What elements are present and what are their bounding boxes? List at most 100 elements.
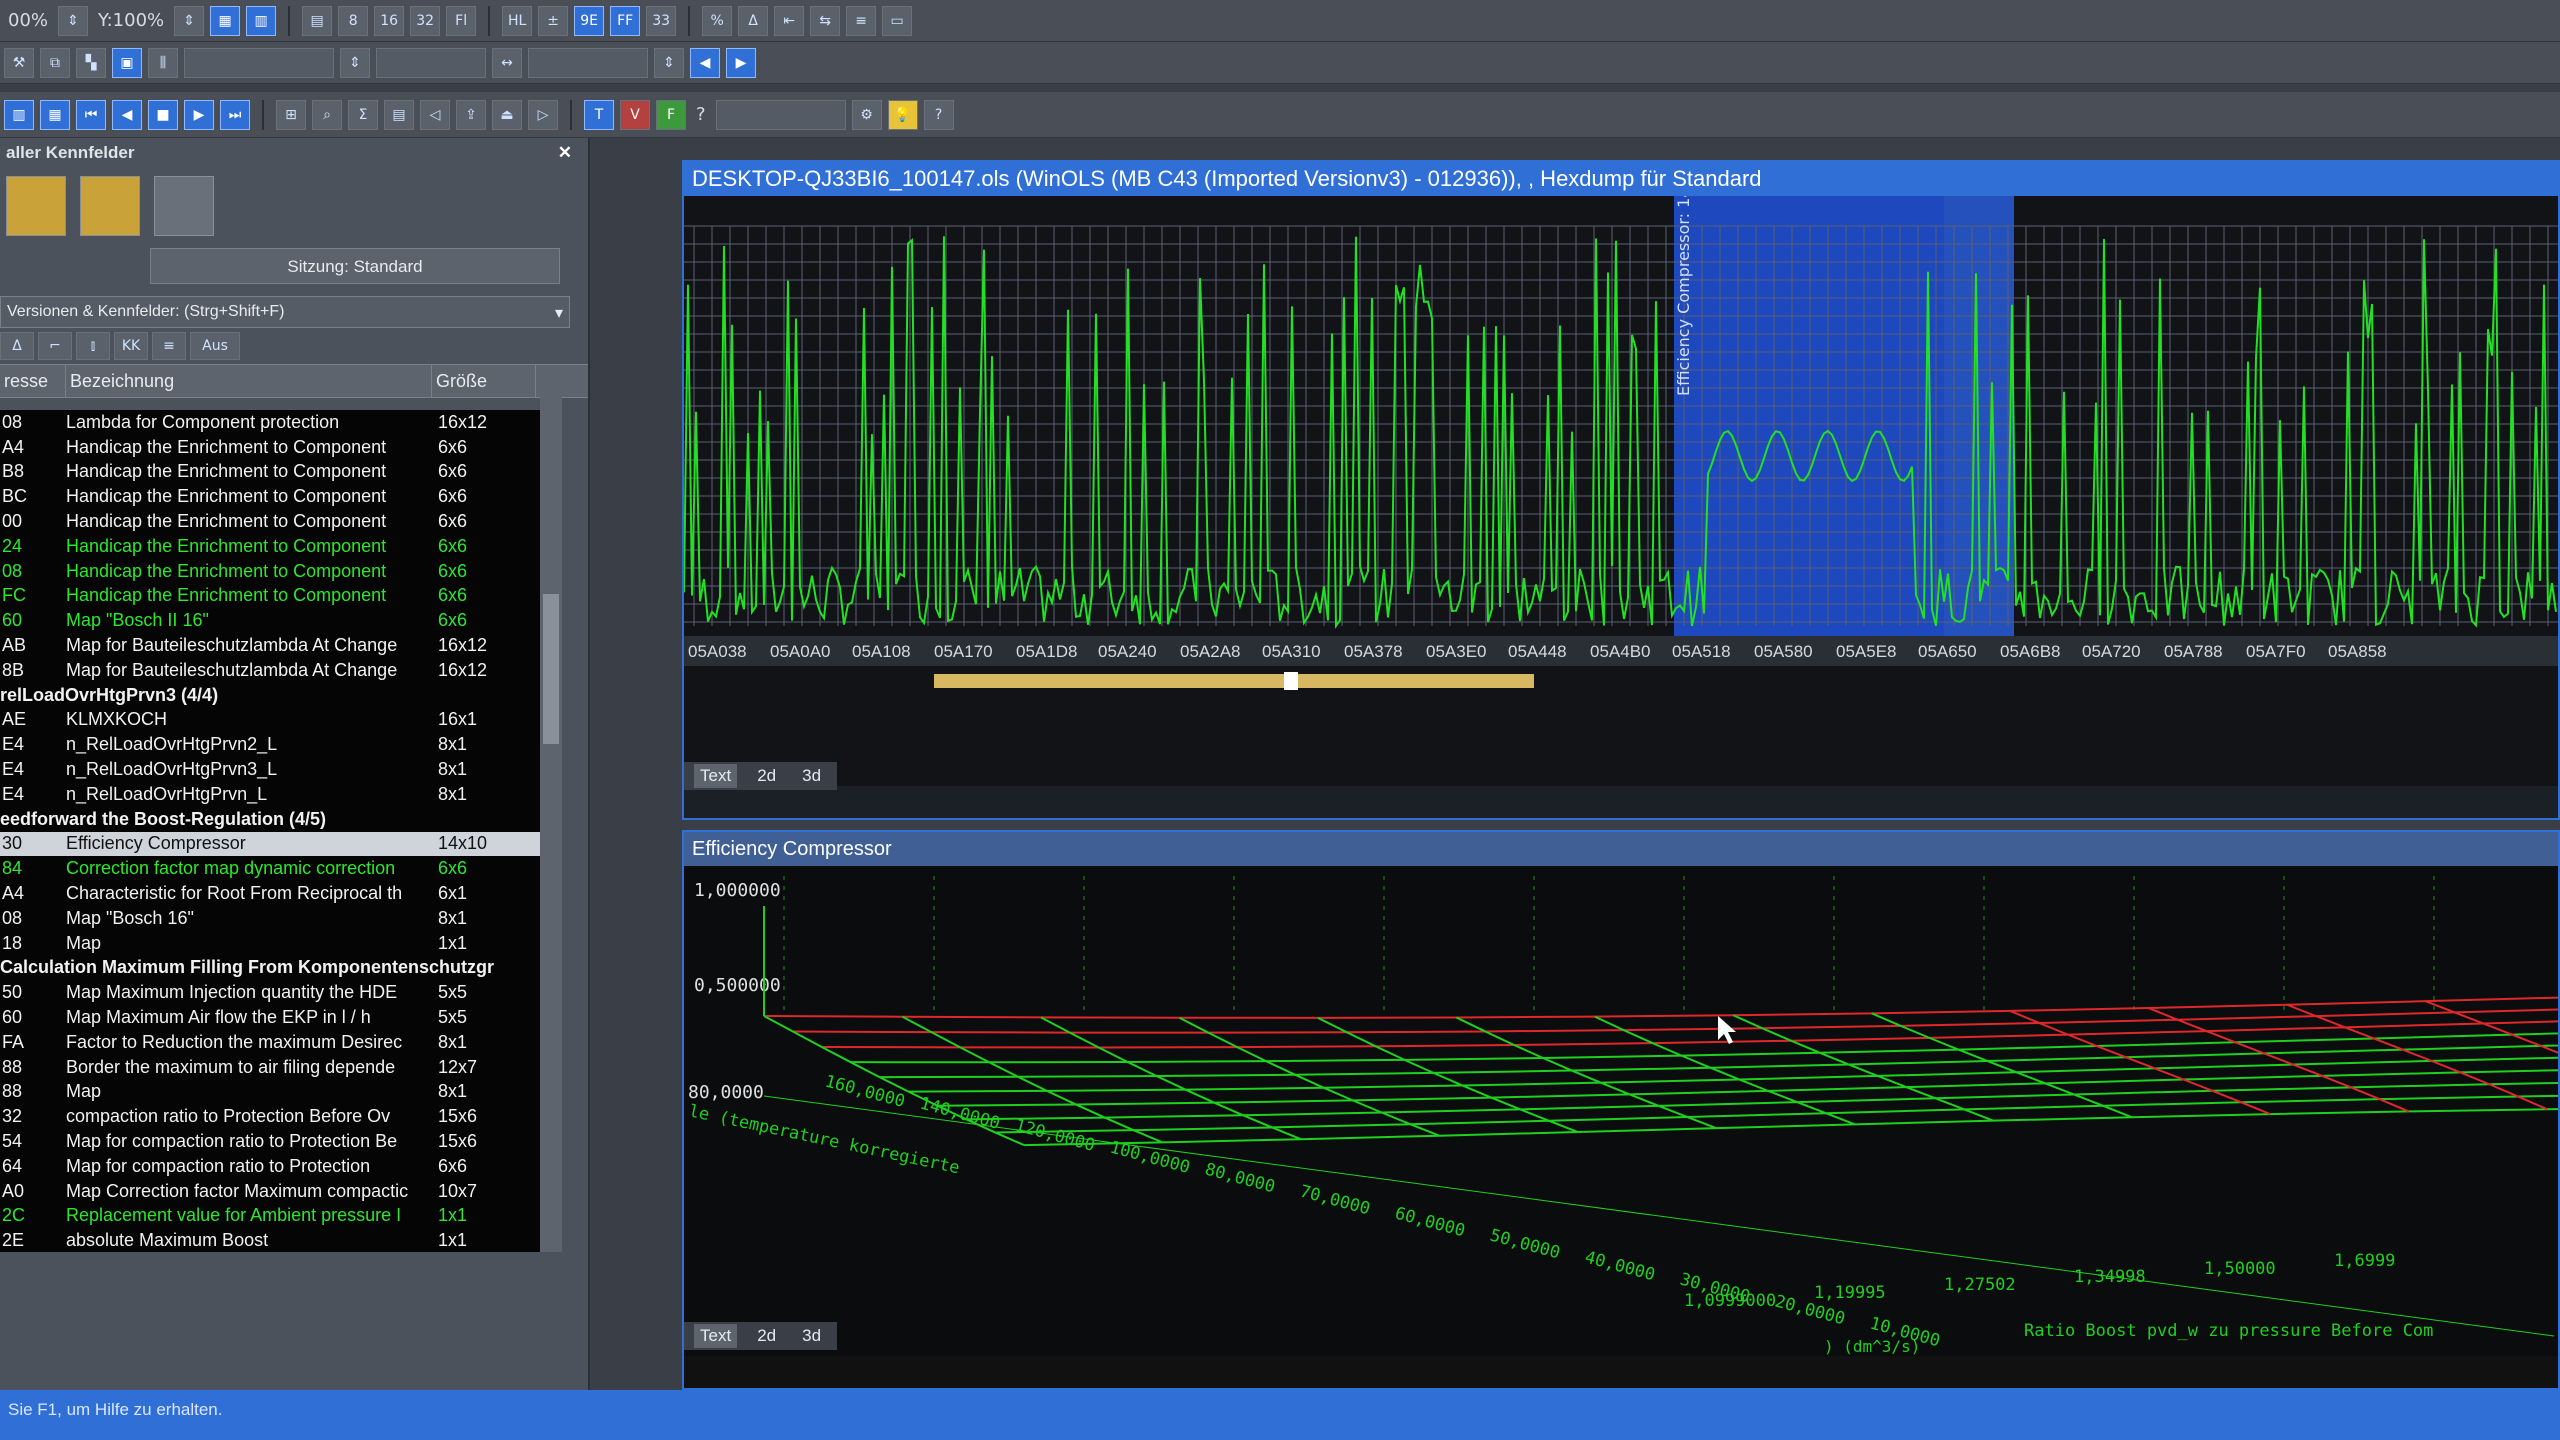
list-group-header[interactable]: Calculation Maximum Filling From Kompone… bbox=[0, 956, 540, 981]
list-scrollbar[interactable] bbox=[540, 384, 562, 1252]
help-field[interactable] bbox=[715, 99, 846, 130]
list-item[interactable]: 00 Handicap the Enrichment to Component 6x… bbox=[0, 509, 540, 534]
spin-icon[interactable]: ⇕ bbox=[174, 5, 205, 36]
list-item[interactable]: 08 Lambda for Component protection 16x12 bbox=[0, 410, 540, 435]
sign-icon[interactable]: ± bbox=[538, 5, 569, 36]
list-item[interactable]: E4 n_RelLoadOvrHtgPrvn2_L 8x1 bbox=[0, 732, 540, 757]
percent-icon[interactable]: % bbox=[702, 5, 733, 36]
list-item[interactable]: E4 n_RelLoadOvrHtgPrvn_L 8x1 bbox=[0, 782, 540, 807]
filter-aus-button[interactable]: Aus bbox=[190, 332, 240, 360]
list-item[interactable]: 54 Map for compaction ratio to Protection… bbox=[0, 1129, 540, 1154]
arrow-right-icon[interactable]: ▶ bbox=[726, 47, 756, 78]
list-item[interactable]: 08 Map "Bosch 16" 8x1 bbox=[0, 906, 540, 931]
list-item[interactable]: 24 Handicap the Enrichment to Component 6x… bbox=[0, 534, 540, 559]
tree-icon[interactable]: ⊞ bbox=[276, 99, 306, 130]
layout-a-icon[interactable]: ▥ bbox=[4, 99, 34, 130]
efficiency-3d-plot[interactable]: 1,0000000,50000080,0000 160,0000140,00001… bbox=[684, 866, 2558, 1356]
dec-view-icon[interactable]: 33 bbox=[646, 5, 677, 36]
swap-icon[interactable]: ⇆ bbox=[810, 5, 841, 36]
col-name[interactable]: Bezeichnung bbox=[66, 365, 432, 397]
filter-bracket-icon[interactable]: ⌐ bbox=[38, 332, 72, 360]
search-icon[interactable]: ⌕ bbox=[312, 99, 342, 130]
float-icon[interactable]: Fl bbox=[446, 5, 477, 36]
list-item[interactable]: A4 Characteristic for Root From Reciproca… bbox=[0, 881, 540, 906]
zoom-x-readout[interactable]: 00% bbox=[4, 10, 52, 31]
list-item[interactable]: 30 Efficiency Compressor 14x10 bbox=[0, 831, 540, 857]
list-item[interactable]: A4 Handicap the Enrichment to Component 6x… bbox=[0, 435, 540, 460]
spin-icon[interactable]: ⇕ bbox=[654, 47, 684, 78]
hexdump-graph[interactable]: Efficiency Compressor: 14x10 (16 Bit) 05A… bbox=[684, 196, 2558, 786]
prev-icon[interactable]: ◀ bbox=[112, 99, 142, 130]
spin-icon[interactable]: ⇕ bbox=[340, 47, 370, 78]
align-icon[interactable]: ⇤ bbox=[774, 5, 805, 36]
list-item[interactable]: 88 Border the maximum to air filing depen… bbox=[0, 1055, 540, 1080]
arrow-left-icon[interactable]: ◀ bbox=[690, 47, 720, 78]
offset-field[interactable] bbox=[376, 47, 486, 78]
back-icon[interactable]: ◁ bbox=[420, 99, 450, 130]
text-view-icon[interactable]: T bbox=[584, 99, 614, 130]
list-item[interactable]: 88 Map 8x1 bbox=[0, 1080, 540, 1105]
list-item[interactable]: 84 Correction factor map dynamic correcti… bbox=[0, 856, 540, 881]
list-item[interactable]: 08 Handicap the Enrichment to Component 6x… bbox=[0, 559, 540, 584]
hilo-icon[interactable]: HL bbox=[502, 5, 533, 36]
tab-text[interactable]: Text bbox=[694, 764, 738, 788]
folder-icon[interactable] bbox=[80, 176, 140, 236]
filter-bars-icon[interactable]: ⫾ bbox=[76, 332, 110, 360]
list-item[interactable]: 2C Replacement value for Ambient pressure… bbox=[0, 1204, 540, 1229]
spin-icon[interactable]: ⇕ bbox=[58, 5, 89, 36]
tip-icon[interactable]: 💡 bbox=[887, 99, 918, 130]
list-group-header[interactable]: eedforward the Boost-Regulation (4/5) bbox=[0, 807, 540, 832]
open-folder-icon[interactable] bbox=[6, 176, 66, 236]
list-item[interactable]: FC Handicap the Enrichment to Component 6x… bbox=[0, 584, 540, 609]
bit16-icon[interactable]: 16 bbox=[374, 5, 405, 36]
import-icon[interactable]: ⇪ bbox=[456, 99, 486, 130]
width-field[interactable] bbox=[184, 47, 334, 78]
session-selector[interactable]: Sitzung: Standard bbox=[150, 248, 560, 284]
checksum-icon[interactable]: Σ bbox=[348, 99, 378, 130]
delta-icon[interactable]: Δ bbox=[738, 5, 769, 36]
forward-icon[interactable]: ▷ bbox=[528, 99, 558, 130]
list-item[interactable]: BC Handicap the Enrichment to Component 6x… bbox=[0, 484, 540, 509]
hex-view-icon[interactable]: 9E bbox=[574, 5, 605, 36]
scrollbar-thumb[interactable] bbox=[543, 594, 559, 744]
compare-icon[interactable]: ≡ bbox=[846, 5, 877, 36]
list-item[interactable]: 60 Map Maximum Air flow the EKP in l / h 5… bbox=[0, 1005, 540, 1030]
bit32-icon[interactable]: 32 bbox=[410, 5, 441, 36]
view-hex-icon[interactable]: ▦ bbox=[210, 5, 241, 36]
list-item[interactable]: 32 compaction ratio to Protection Before … bbox=[0, 1104, 540, 1129]
tools-icon[interactable]: ⚒ bbox=[4, 47, 34, 78]
versions-dropdown[interactable]: Versionen & Kennfelder: (Strg+Shift+F) ▾ bbox=[0, 296, 570, 328]
list-item[interactable]: B8 Handicap the Enrichment to Component 6x… bbox=[0, 460, 540, 485]
last-icon[interactable]: ⏭ bbox=[220, 99, 250, 130]
tab-3d[interactable]: 3d bbox=[796, 1324, 827, 1348]
bit8-icon[interactable]: 8 bbox=[338, 5, 369, 36]
f-view-icon[interactable]: F bbox=[656, 99, 686, 130]
list-item[interactable]: 60 Map "Bosch II 16" 6x6 bbox=[0, 608, 540, 633]
col-address[interactable]: resse bbox=[0, 365, 66, 397]
select-icon[interactable]: ▣ bbox=[112, 47, 142, 78]
close-icon[interactable]: ✕ bbox=[558, 143, 582, 163]
list-item[interactable]: 18 Map 1x1 bbox=[0, 931, 540, 956]
ff-view-icon[interactable]: FF bbox=[610, 5, 641, 36]
layout-icon[interactable]: ▚ bbox=[76, 47, 106, 78]
list-item[interactable]: 2E absolute Maximum Boost 1x1 bbox=[0, 1228, 540, 1252]
export-icon[interactable]: ⏏ bbox=[492, 99, 522, 130]
tab-2d[interactable]: 2d bbox=[751, 764, 782, 788]
window-icon[interactable]: ▭ bbox=[882, 5, 913, 36]
resize-icon[interactable]: ↔ bbox=[492, 47, 522, 78]
v-view-icon[interactable]: V bbox=[620, 99, 650, 130]
tab-text[interactable]: Text bbox=[694, 1324, 738, 1348]
copy-icon[interactable]: ⧉ bbox=[40, 47, 70, 78]
help-pointer-icon[interactable]: ? bbox=[923, 99, 954, 130]
list-item[interactable]: 8B Map for Bauteileschutzlambda At Change… bbox=[0, 658, 540, 683]
tab-2d[interactable]: 2d bbox=[751, 1324, 782, 1348]
value-field[interactable] bbox=[528, 47, 648, 78]
map-tools-icon[interactable] bbox=[154, 176, 214, 236]
list-item[interactable]: 64 Map for compaction ratio to Protection… bbox=[0, 1154, 540, 1179]
list-group-header[interactable]: relLoadOvrHtgPrvn3 (4/4) bbox=[0, 683, 540, 708]
first-icon[interactable]: ⏮ bbox=[76, 99, 106, 130]
document-icon[interactable]: ▤ bbox=[384, 99, 414, 130]
next-icon[interactable]: ▶ bbox=[184, 99, 214, 130]
grid-icon[interactable]: ▤ bbox=[302, 5, 333, 36]
filter-kk-icon[interactable]: KK bbox=[114, 332, 148, 360]
